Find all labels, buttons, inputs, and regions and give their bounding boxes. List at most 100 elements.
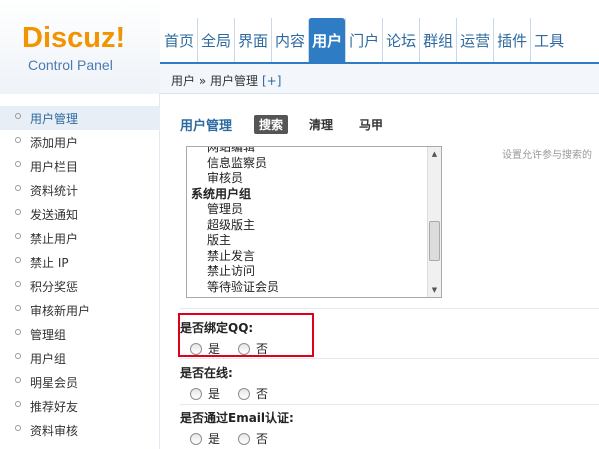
- sidebar-item-credits[interactable]: 积分奖惩: [0, 274, 160, 298]
- circle-bullet-icon: [15, 329, 21, 335]
- list-option[interactable]: 禁止访问: [191, 264, 279, 280]
- sidebar-item-ban-ip[interactable]: 禁止 IP: [0, 250, 160, 274]
- circle-bullet-icon: [15, 281, 21, 287]
- sidebar-item-label: 管理组: [30, 328, 67, 342]
- scroll-thumb[interactable]: [429, 221, 440, 261]
- circle-bullet-icon: [15, 425, 21, 431]
- nav-item-global[interactable]: 全局: [197, 18, 234, 62]
- logo-title: Discuz!: [22, 22, 126, 54]
- list-option[interactable]: 审核员: [191, 171, 279, 187]
- nav-item-users[interactable]: 用户: [308, 18, 346, 62]
- circle-bullet-icon: [15, 233, 21, 239]
- triangle-up-icon[interactable]: ▲: [428, 147, 441, 161]
- nav-item-content[interactable]: 内容: [271, 18, 308, 62]
- radio-yes[interactable]: [190, 387, 202, 400]
- sidebar: 用户管理 添加用户 用户栏目 资料统计 发送通知 禁止用户 禁止 IP 积分奖惩…: [0, 94, 160, 449]
- radio-label: 是: [208, 432, 221, 446]
- nav-item-forum[interactable]: 论坛: [382, 18, 419, 62]
- nav-item-operations[interactable]: 运营: [456, 18, 493, 62]
- list-option[interactable]: 超级版主: [191, 218, 279, 234]
- sidebar-item-label: 推荐好友: [30, 400, 79, 414]
- circle-bullet-icon: [15, 257, 21, 263]
- circle-bullet-icon: [15, 113, 21, 119]
- triangle-down-icon[interactable]: ▼: [428, 283, 441, 297]
- tab-alias[interactable]: 马甲: [354, 115, 388, 134]
- sidebar-item-profile-stats[interactable]: 资料统计: [0, 178, 160, 202]
- field-online: 是否在线: 是 否: [180, 364, 599, 402]
- circle-bullet-icon: [15, 137, 21, 143]
- field-label: 是否通过Email认证:: [180, 411, 294, 425]
- nav-item-tools[interactable]: 工具: [530, 18, 567, 62]
- nav-item-interface[interactable]: 界面: [234, 18, 271, 62]
- sidebar-item-label: 用户组: [30, 352, 67, 366]
- hint-text: 设置允许参与搜索的: [502, 150, 592, 161]
- sidebar-item-label: 用户栏目: [30, 160, 79, 174]
- nav-item-home[interactable]: 首页: [160, 18, 197, 62]
- sidebar-item-profile-review[interactable]: 资料审核: [0, 418, 160, 442]
- list-option[interactable]: 等待验证会员: [191, 280, 279, 296]
- sidebar-item-recommend-friends[interactable]: 推荐好友: [0, 394, 160, 418]
- circle-bullet-icon: [15, 209, 21, 215]
- sidebar-item-label: 发送通知: [30, 208, 79, 222]
- radio-group: 是 否: [190, 385, 599, 402]
- circle-bullet-icon: [15, 401, 21, 407]
- sidebar-item-star-members[interactable]: 明星会员: [0, 370, 160, 394]
- sidebar-item-user-groups[interactable]: 用户组: [0, 346, 160, 370]
- listbox-scrollbar[interactable]: ▲ ▼: [427, 147, 441, 297]
- add-shortcut-link[interactable]: [+]: [262, 74, 281, 88]
- breadcrumb-bar: 用户 » 用户管理 [+]: [160, 62, 599, 94]
- sidebar-item-send-notice[interactable]: 发送通知: [0, 202, 160, 226]
- sidebar-item-label: 禁止 IP: [30, 256, 69, 270]
- header: Discuz! Control Panel 首页 全局 界面 内容 用户 门户 …: [0, 0, 599, 94]
- circle-bullet-icon: [15, 305, 21, 311]
- radio-no[interactable]: [238, 387, 251, 400]
- nav-item-portal[interactable]: 门户: [345, 18, 382, 62]
- breadcrumb: 用户 » 用户管理 [+]: [171, 72, 281, 89]
- sidebar-item-label: 审核新用户: [30, 304, 91, 318]
- sidebar-item-user-fields[interactable]: 用户栏目: [0, 154, 160, 178]
- tab-search[interactable]: 搜索: [254, 114, 289, 134]
- sidebar-item-user-management[interactable]: 用户管理: [0, 106, 160, 130]
- list-option[interactable]: 网站编辑: [191, 147, 279, 156]
- main-content: 用户管理 搜索 清理 马甲 设置允许参与搜索的 网站编辑 信息监察员 审核员 系…: [160, 94, 599, 449]
- list-option[interactable]: 版主: [191, 233, 279, 249]
- nav-item-plugins[interactable]: 插件: [493, 18, 530, 62]
- sidebar-item-label: 添加用户: [30, 136, 79, 150]
- sidebar-item-ban-user[interactable]: 禁止用户: [0, 226, 160, 250]
- highlight-box: [178, 313, 314, 357]
- circle-bullet-icon: [15, 353, 21, 359]
- list-option[interactable]: 信息监察员: [191, 156, 279, 172]
- radio-group: 是 否: [190, 430, 599, 447]
- logo-subtitle: Control Panel: [28, 57, 113, 73]
- radio-no[interactable]: [238, 432, 251, 445]
- circle-bullet-icon: [15, 185, 21, 191]
- tab-clean[interactable]: 清理: [304, 115, 338, 134]
- sidebar-item-label: 禁止用户: [30, 232, 79, 246]
- list-option[interactable]: 禁止发言: [191, 249, 279, 265]
- list-option-group: 系统用户组: [191, 186, 252, 201]
- divider: [180, 404, 599, 405]
- sidebar-item-label: 用户管理: [30, 112, 79, 126]
- logo[interactable]: Discuz! Control Panel: [0, 0, 160, 94]
- subtabs: 用户管理 搜索 清理 马甲: [180, 114, 404, 134]
- circle-bullet-icon: [15, 377, 21, 383]
- radio-yes[interactable]: [190, 432, 202, 445]
- divider: [180, 308, 599, 309]
- sidebar-item-label: 资料统计: [30, 184, 79, 198]
- sidebar-item-admin-groups[interactable]: 管理组: [0, 322, 160, 346]
- divider: [180, 358, 599, 359]
- nav-item-groups[interactable]: 群组: [419, 18, 456, 62]
- radio-label: 否: [256, 432, 269, 446]
- radio-label: 否: [256, 387, 269, 401]
- list-option[interactable]: 管理员: [191, 202, 279, 218]
- listbox-options: 网站编辑 信息监察员 审核员 系统用户组 管理员 超级版主 版主 禁止发言 禁止…: [191, 147, 279, 296]
- usergroup-listbox[interactable]: 网站编辑 信息监察员 审核员 系统用户组 管理员 超级版主 版主 禁止发言 禁止…: [186, 146, 442, 298]
- sidebar-item-add-user[interactable]: 添加用户: [0, 130, 160, 154]
- radio-label: 是: [208, 387, 221, 401]
- breadcrumb-text: 用户 » 用户管理: [171, 74, 258, 88]
- circle-bullet-icon: [15, 161, 21, 167]
- sidebar-item-moderate-new-users[interactable]: 审核新用户: [0, 298, 160, 322]
- top-nav: 首页 全局 界面 内容 用户 门户 论坛 群组 运营 插件 工具: [160, 18, 567, 62]
- section-title: 用户管理: [180, 118, 233, 134]
- sidebar-item-label: 积分奖惩: [30, 280, 79, 294]
